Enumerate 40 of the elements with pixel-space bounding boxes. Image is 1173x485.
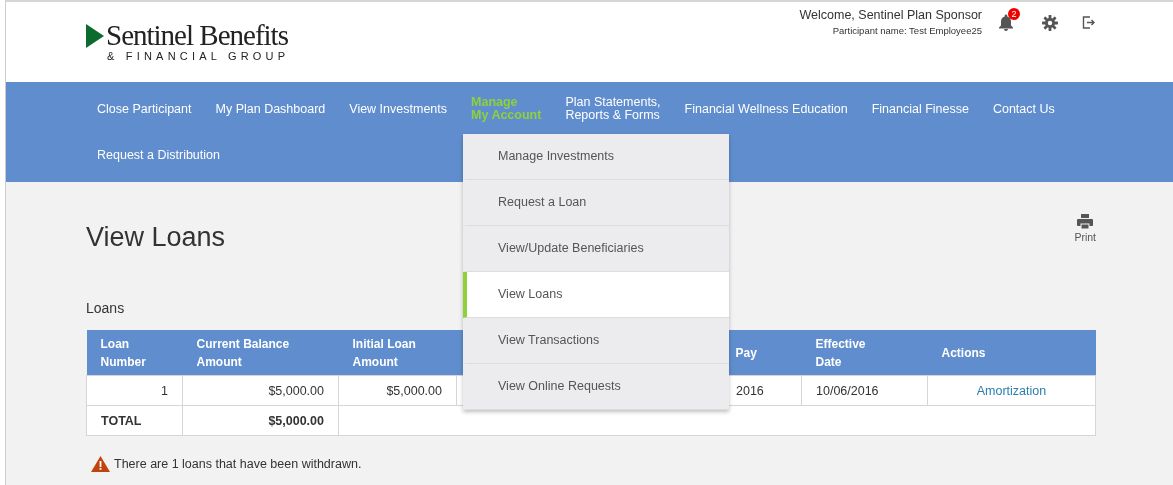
total-label: TOTAL [101,413,142,428]
column-header: Current Balance Amount [196,336,290,369]
menu-item[interactable]: View Loans [463,272,729,318]
nav-link[interactable]: Close Participant [85,86,204,132]
settings-icon[interactable] [1042,15,1058,31]
table-cell: $5,000.00 [268,383,324,398]
print-button[interactable]: Print [1074,214,1096,243]
nav-link[interactable]: View Investments [337,86,459,132]
nav-link[interactable]: Request a Distribution [85,132,232,178]
table-cell: $5,000.00 [386,383,442,398]
column-header: Effective Date [815,336,866,369]
warning-icon [91,456,110,472]
page-title: View Loans [86,222,226,253]
logo-triangle-icon [86,24,104,48]
notification-badge: 2 [1008,8,1020,20]
logo-tagline: & FINANCIAL GROUP [107,50,290,62]
menu-item[interactable]: Manage Investments [463,134,729,180]
participant-name: Participant name: Test Employee25 [832,25,982,36]
table-cell: 10/06/2016 [816,383,879,398]
nav-link[interactable]: My Plan Dashboard [203,86,338,132]
printer-icon [1077,214,1094,229]
welcome-text: Welcome, Sentinel Plan Sponsor [799,8,982,22]
nav-link[interactable]: Manage My Account [459,86,554,132]
nav-link[interactable]: Financial Finesse [859,86,981,132]
section-heading: Loans [86,300,126,316]
menu-item[interactable]: Request a Loan [463,180,729,226]
column-header: Loan Number [100,336,146,369]
nav-link[interactable]: Contact Us [980,86,1067,132]
column-header: Actions [941,345,986,360]
column-header: Pay [735,345,757,360]
warning-text: There are 1 loans that have been withdrawn. [114,457,362,471]
bell-icon[interactable] [998,14,1014,31]
nav-link[interactable]: Financial Wellness Education [672,86,860,132]
table-cell: 2016 [736,383,764,398]
logout-icon[interactable] [1082,16,1095,29]
total-amount: $5,000.00 [268,413,324,428]
table-cell: 1 [161,383,168,398]
column-header: Initial Loan Amount [352,336,416,369]
nav-link[interactable]: Plan Statements, Reports & Forms [553,86,673,132]
logo-name: Sentinel Benefits [106,20,289,50]
